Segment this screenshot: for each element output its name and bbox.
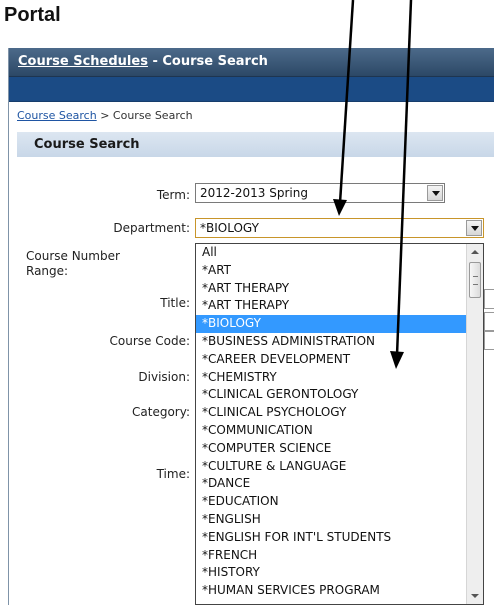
department-value: *BIOLOGY [200,221,259,235]
time-label: Time: [156,467,190,481]
course-code-label: Course Code: [109,334,190,348]
header-page-title: Course Search [162,54,268,69]
breadcrumb-separator: > [96,109,113,122]
header-title: Course Schedules - Course Search [18,54,268,69]
department-options: All *ART *ART THERAPY *ART THERAPY *BIOLOGY *… [196,244,467,600]
department-option[interactable]: *CULTURE & LANGUAGE [196,458,467,476]
page-title: Portal [4,4,61,26]
section-title: Course Search [34,137,140,152]
course-code-input[interactable] [484,330,494,350]
term-value: 2012-2013 Spring [200,186,308,200]
department-option[interactable]: *ENGLISH [196,511,467,529]
dropdown-scrollbar[interactable] [466,244,483,604]
header-bar: Course Schedules - Course Search [9,48,494,77]
division-label: Division: [138,370,190,384]
term-label: Term: [156,188,190,202]
department-option[interactable]: *HUMAN SERVICES PROGRAM [196,582,467,600]
department-select[interactable]: *BIOLOGY [195,218,484,238]
term-dropdown-button[interactable] [427,185,443,201]
scroll-thumb[interactable] [469,262,481,298]
department-option[interactable]: *COMPUTER SCIENCE [196,440,467,458]
department-option[interactable]: *BUSINESS ADMINISTRATION [196,333,467,351]
title-label: Title: [160,296,190,310]
nav-bar [9,77,494,102]
scroll-up-arrow-icon[interactable] [471,250,479,254]
breadcrumb: Course Search > Course Search [17,109,193,122]
department-option[interactable]: *COMMUNICATION [196,422,467,440]
department-option[interactable]: *CLINICAL GERONTOLOGY [196,386,467,404]
section-header: Course Search [17,132,494,157]
department-option[interactable]: *CAREER DEVELOPMENT [196,351,467,369]
scroll-down-arrow-icon[interactable] [471,594,479,598]
department-option[interactable]: *ENGLISH FOR INT'L STUDENTS [196,529,467,547]
department-option[interactable]: *ART THERAPY [196,280,467,298]
department-option[interactable]: *DANCE [196,475,467,493]
department-dropdown-list[interactable]: All *ART *ART THERAPY *ART THERAPY *BIOLOGY *… [195,243,484,605]
department-option[interactable]: *CHEMISTRY [196,369,467,387]
category-label: Category: [132,405,190,419]
course-number-label-line2: Range: [26,264,69,278]
department-option[interactable]: *BIOLOGY [196,315,467,333]
breadcrumb-current: Course Search [112,109,193,122]
department-option[interactable]: *CLINICAL PSYCHOLOGY [196,404,467,422]
department-label: Department: [113,221,190,235]
department-option[interactable]: *FRENCH [196,547,467,565]
department-option[interactable]: All [196,244,467,262]
department-option[interactable]: *EDUCATION [196,493,467,511]
department-dropdown-button[interactable] [466,220,482,236]
department-option[interactable]: *ART THERAPY [196,297,467,315]
breadcrumb-link-course-search[interactable]: Course Search [17,109,97,122]
course-schedules-link[interactable]: Course Schedules [18,54,148,69]
header-separator: - [147,54,163,69]
course-number-input[interactable] [484,289,494,309]
department-option[interactable]: *ART [196,262,467,280]
term-select[interactable]: 2012-2013 Spring [195,183,445,203]
course-number-label-line1: Course Number [26,249,120,263]
title-input[interactable] [484,312,494,332]
department-option[interactable]: *HISTORY [196,564,467,582]
